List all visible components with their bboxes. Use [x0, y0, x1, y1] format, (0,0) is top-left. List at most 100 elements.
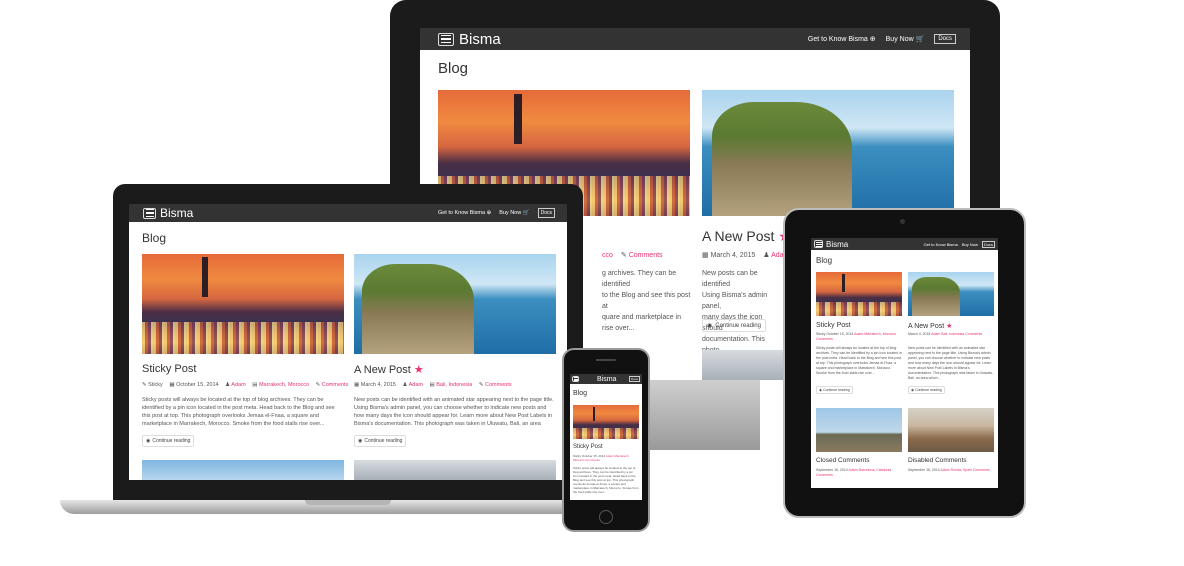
tower-silhouette	[202, 257, 208, 297]
docs-button[interactable]: Docs	[934, 34, 956, 44]
comments-link[interactable]: Comments	[585, 458, 600, 462]
continue-reading-button[interactable]: ◉ Continue reading	[702, 319, 766, 332]
post-thumbnail-next[interactable]	[354, 460, 556, 480]
nav-buy-link[interactable]: Buy Now	[962, 242, 978, 247]
post-title-new[interactable]: A New Post ★	[908, 322, 952, 330]
nav-about-link[interactable]: Get to Know Bisma ⊕	[438, 210, 491, 216]
sticky-label: Sticky	[148, 382, 163, 388]
post-title-sticky[interactable]: Sticky Post	[573, 444, 603, 450]
post-category[interactable]: Bali, Indonesia	[436, 382, 472, 388]
nav-about-label: Get to Know Bisma	[807, 36, 868, 43]
menu-icon[interactable]	[572, 376, 579, 382]
page-title: Blog	[142, 231, 167, 245]
continue-reading-button[interactable]: ◉ Continue reading	[354, 435, 407, 447]
menu-icon[interactable]	[814, 240, 823, 248]
docs-button[interactable]: Docs	[981, 240, 995, 248]
post-title-new[interactable]: A New Post ★	[354, 363, 424, 376]
market-lights	[573, 428, 639, 439]
home-button[interactable]	[599, 510, 613, 524]
post-title-sticky[interactable]: Sticky Post	[142, 363, 196, 375]
nav-buy-link[interactable]: Buy Now 🛒	[886, 35, 925, 43]
cart-icon: 🛒	[522, 210, 530, 216]
excerpt-line: quare and marketplace in	[602, 314, 681, 321]
post-thumbnail-cliff[interactable]	[702, 90, 954, 216]
docs-button[interactable]: Docs	[629, 376, 640, 382]
post-category[interactable]: Ronda, Spain	[951, 468, 972, 472]
star-icon: ★	[946, 323, 953, 330]
post-title-text: A New Post	[354, 364, 411, 376]
cart-icon: 🛒	[915, 36, 925, 43]
post-title-closed[interactable]: Closed Comments	[816, 457, 869, 464]
eye-icon: ◉	[819, 388, 823, 392]
post-meta: ▦ March 4, 2015 ♟ Adam ▤ Bali, Indonesia…	[354, 382, 512, 388]
cliff-rock	[362, 264, 474, 354]
nav-buy-link[interactable]: Buy Now 🛒	[499, 210, 529, 216]
post-author[interactable]: Adam	[931, 332, 940, 336]
nav-buy-label: Buy Now	[961, 241, 978, 247]
post-thumbnail-barcelona[interactable]	[816, 408, 902, 452]
folder-icon: ▤	[252, 382, 258, 388]
post-author[interactable]: Adam	[941, 468, 950, 472]
post-meta: September 16, 2014 Adam Barcelona, Catal…	[816, 468, 902, 478]
comments-link[interactable]: Comments	[816, 337, 833, 341]
eye-icon: ◉	[911, 388, 915, 392]
post-category-partial[interactable]: cco ✎ Comments	[602, 251, 663, 259]
excerpt-line: g archives. They can be identified	[602, 270, 677, 288]
post-excerpt: New posts can be identified Using Bisma'…	[702, 268, 782, 356]
laptop: Bisma Get to Know Bisma ⊕ Buy Now 🛒 Docs…	[113, 184, 583, 502]
tower-silhouette	[593, 407, 595, 421]
comments-link[interactable]: Comments	[973, 468, 990, 472]
post-thumbnail-ronda[interactable]	[908, 408, 994, 452]
eye-icon: ◉	[358, 438, 363, 444]
post-title-new[interactable]: A New Post ★	[702, 228, 791, 245]
post-category[interactable]: Barcelona, Catalonia	[859, 468, 892, 472]
brand-logo[interactable]: Bisma	[826, 240, 848, 249]
post-date: March 4, 2015	[360, 382, 396, 388]
post-thumbnail-cliff[interactable]	[908, 272, 994, 316]
menu-icon[interactable]	[438, 32, 454, 46]
post-author[interactable]: Adam	[409, 382, 423, 388]
post-thumbnail-marrakech[interactable]	[816, 272, 902, 316]
post-author[interactable]: Adam	[849, 468, 858, 472]
post-thumbnail-cliff[interactable]	[354, 254, 556, 354]
brand-logo[interactable]: Bisma	[597, 376, 616, 383]
nav-about-link[interactable]: Get to Know Bisma	[924, 242, 958, 247]
post-category[interactable]: Marrakech, Morocco	[864, 332, 896, 336]
cliff-rock	[712, 102, 852, 216]
post-title-disabled[interactable]: Disabled Comments	[908, 457, 967, 464]
docs-button[interactable]: Docs	[537, 208, 555, 218]
monitor-nav-links: Get to Know Bisma ⊕ Buy Now 🛒 Docs	[808, 34, 956, 44]
continue-reading-button[interactable]: ◉ Continue reading	[816, 386, 853, 394]
post-author[interactable]: Adam	[606, 454, 614, 458]
tablet-camera	[900, 219, 905, 224]
menu-icon[interactable]	[143, 207, 156, 219]
brand-logo[interactable]: Bisma	[160, 206, 193, 220]
continue-reading-button[interactable]: ◉ Continue reading	[908, 386, 945, 394]
tower-silhouette	[842, 274, 845, 292]
post-meta: Sticky October 15, 2014 Adam Marrakech, …	[816, 332, 902, 342]
post-title-sticky[interactable]: Sticky Post	[816, 322, 851, 329]
post-thumbnail-marrakech[interactable]	[142, 254, 344, 354]
post-meta: ✎ Sticky ▦ October 15, 2014 ♟ Adam ▤ Mar…	[142, 382, 348, 388]
category-tail-label: cco	[602, 252, 613, 259]
continue-reading-button[interactable]: ◉ Continue reading	[142, 435, 195, 447]
post-author[interactable]: Adam	[854, 332, 863, 336]
folder-icon: ▤	[429, 382, 435, 388]
post-excerpt: Sticky posts will always be located at t…	[816, 346, 902, 375]
excerpt-line: to the Blog and see this post at	[602, 292, 691, 310]
comments-link[interactable]: Comments	[485, 382, 512, 388]
post-date: September 16, 2014	[908, 468, 940, 472]
post-author[interactable]: Adam	[231, 382, 245, 388]
post-category[interactable]: Marrakech, Morocco	[259, 382, 309, 388]
user-icon: ♟	[225, 382, 231, 388]
comments-link[interactable]: Comments	[965, 332, 982, 336]
comments-link[interactable]: Comments	[629, 252, 663, 259]
post-thumbnail-marrakech[interactable]	[573, 405, 639, 439]
nav-about-link[interactable]: Get to Know Bisma ⊕	[808, 35, 876, 43]
comments-link[interactable]: Comments	[322, 382, 349, 388]
post-category[interactable]: Bali, Indonesia	[941, 332, 964, 336]
brand-logo[interactable]: Bisma	[459, 31, 501, 48]
comments-link[interactable]: Comments	[816, 473, 833, 477]
post-thumbnail-next[interactable]	[142, 460, 344, 480]
button-label: Continue reading	[152, 438, 191, 444]
